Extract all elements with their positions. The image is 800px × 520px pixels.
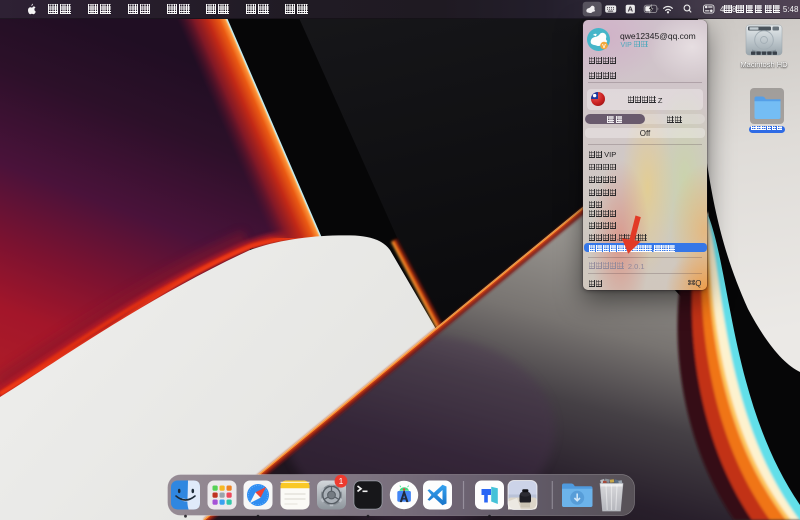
svg-text:V: V bbox=[602, 44, 606, 50]
svg-text:A: A bbox=[628, 5, 634, 14]
svg-text:1: 1 bbox=[339, 476, 344, 486]
